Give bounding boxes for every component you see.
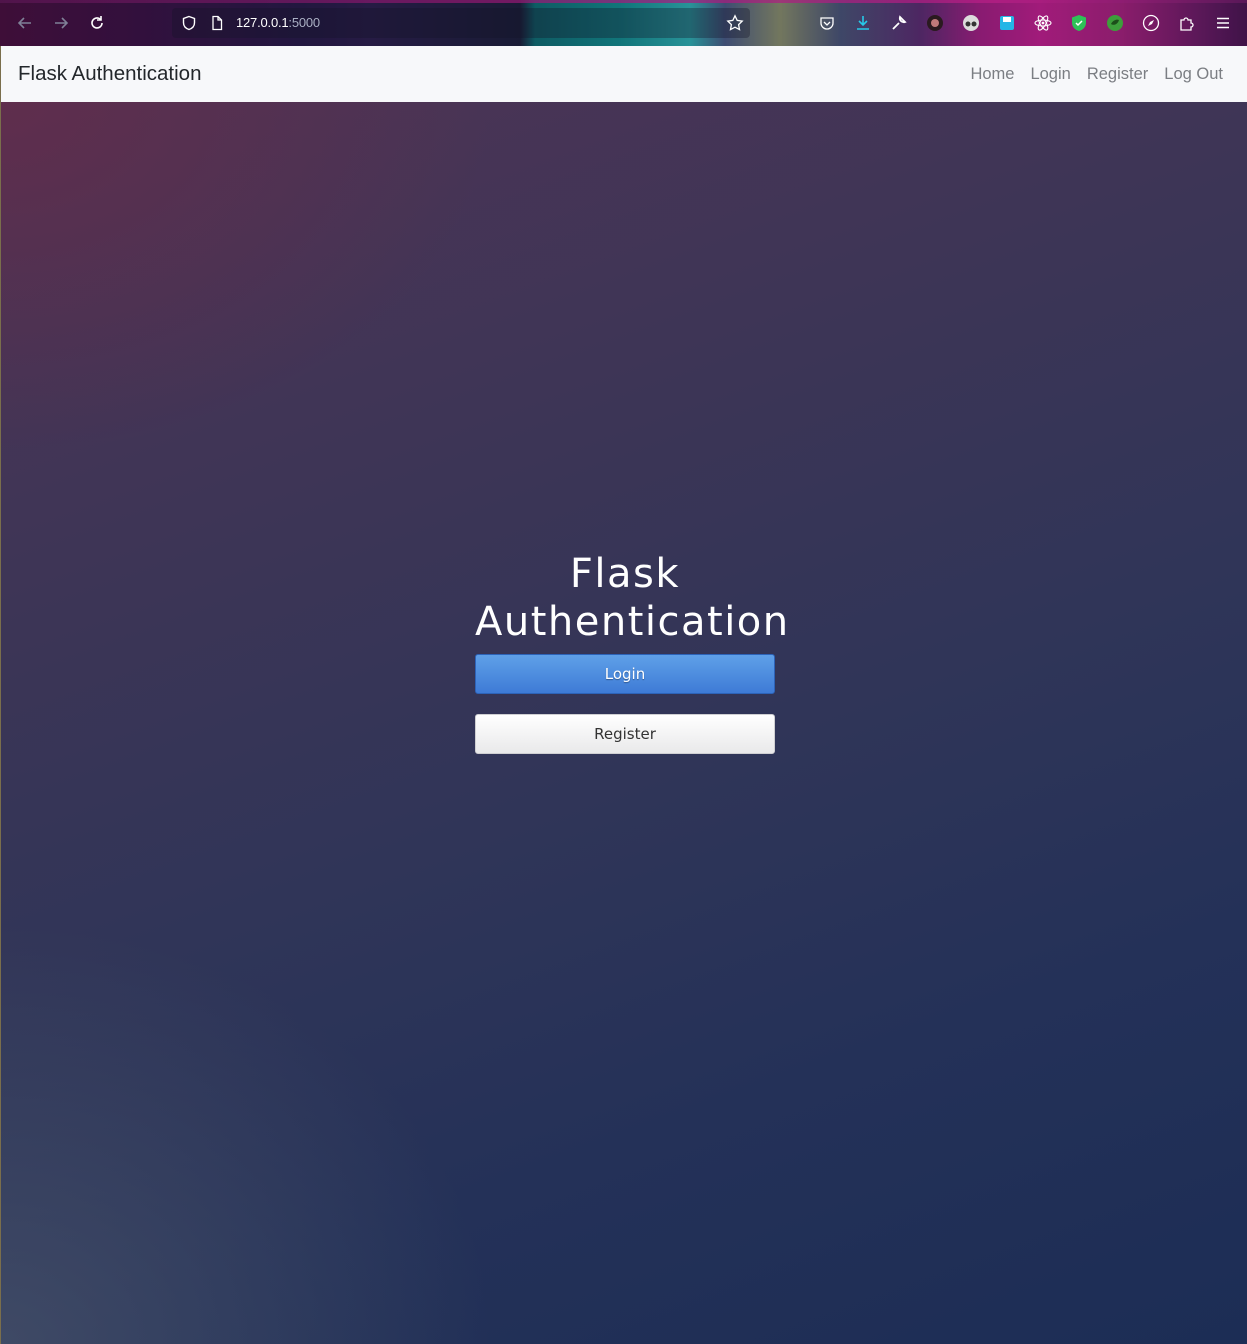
page-background: Flask Authentication Login Register: [1, 102, 1247, 1344]
shield-icon[interactable]: [179, 13, 199, 33]
login-button[interactable]: Login: [475, 654, 775, 694]
hero-section: Flask Authentication Login Register: [475, 550, 790, 754]
menu-icon[interactable]: [1213, 13, 1233, 33]
puzzle-icon[interactable]: [1177, 13, 1197, 33]
extension-glasses-icon[interactable]: [961, 13, 981, 33]
nav-link-login[interactable]: Login: [1030, 65, 1070, 84]
nav-link-logout[interactable]: Log Out: [1164, 65, 1223, 84]
browser-toolbar: 127.0.0.1:5000: [0, 0, 1247, 46]
react-icon[interactable]: [1033, 13, 1053, 33]
bookmark-star-icon[interactable]: [725, 13, 745, 33]
nav-link-register[interactable]: Register: [1087, 65, 1148, 84]
nav-link-home[interactable]: Home: [970, 65, 1014, 84]
url-port: :5000: [288, 15, 320, 30]
back-icon[interactable]: [13, 11, 37, 35]
url-host: 127.0.0.1: [236, 15, 289, 30]
green-shield-icon[interactable]: [1069, 13, 1089, 33]
download-icon[interactable]: [853, 13, 873, 33]
navbar-links: Home Login Register Log Out: [954, 46, 1223, 102]
url-text[interactable]: 127.0.0.1:5000: [236, 15, 320, 30]
navbar-brand[interactable]: Flask Authentication: [18, 62, 201, 86]
green-circle-icon[interactable]: [1105, 13, 1125, 33]
compass-icon[interactable]: [1141, 13, 1161, 33]
hero-title: Flask Authentication: [475, 551, 790, 645]
site-navbar: Flask Authentication Home Login Register…: [1, 46, 1247, 103]
extension-dark-icon[interactable]: [925, 13, 945, 33]
pocket-icon[interactable]: [817, 13, 837, 33]
register-button[interactable]: Register: [475, 714, 775, 754]
page-icon: [207, 13, 227, 33]
wrench-icon[interactable]: [889, 13, 909, 33]
save-icon[interactable]: [997, 13, 1017, 33]
forward-icon[interactable]: [49, 11, 73, 35]
reload-icon[interactable]: [85, 11, 109, 35]
